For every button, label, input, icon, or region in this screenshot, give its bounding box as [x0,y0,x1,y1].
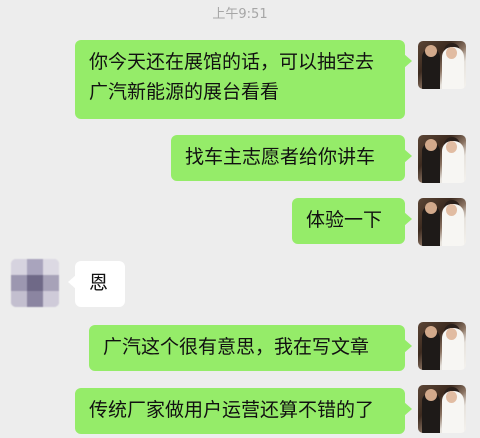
message-text-line: 找车主志愿者给你讲车 [185,146,376,168]
message-text-line: 传统厂家做用户运营还算不错的了 [89,399,375,421]
timestamp: 上午9:51 [212,7,268,22]
avatar[interactable] [418,41,466,89]
message-text-line: 你今天还在展馆的话，可以抽空去 [89,51,375,73]
message-bubble[interactable]: 体验一下 [292,198,412,244]
avatar[interactable] [11,259,59,307]
message-bubble[interactable]: 传统厂家做用户运营还算不错的了 [75,388,412,434]
avatar[interactable] [418,322,466,370]
message-text-line: 体验一下 [306,209,383,231]
message-text-line: 恩 [89,272,109,294]
message-text-line: 广汽这个很有意思，我在写文章 [103,336,370,358]
message-bubble[interactable]: 你今天还在展馆的话，可以抽空去 广汽新能源的展台看看 [75,40,412,119]
message-text-line: 广汽新能源的展台看看 [89,81,280,103]
avatar[interactable] [418,385,466,433]
message-bubble[interactable]: 广汽这个很有意思，我在写文章 [89,325,412,371]
message-bubble[interactable]: 找车主志愿者给你讲车 [171,135,412,181]
avatar[interactable] [418,198,466,246]
avatar[interactable] [418,135,466,183]
message-bubble[interactable]: 恩 [68,261,125,307]
